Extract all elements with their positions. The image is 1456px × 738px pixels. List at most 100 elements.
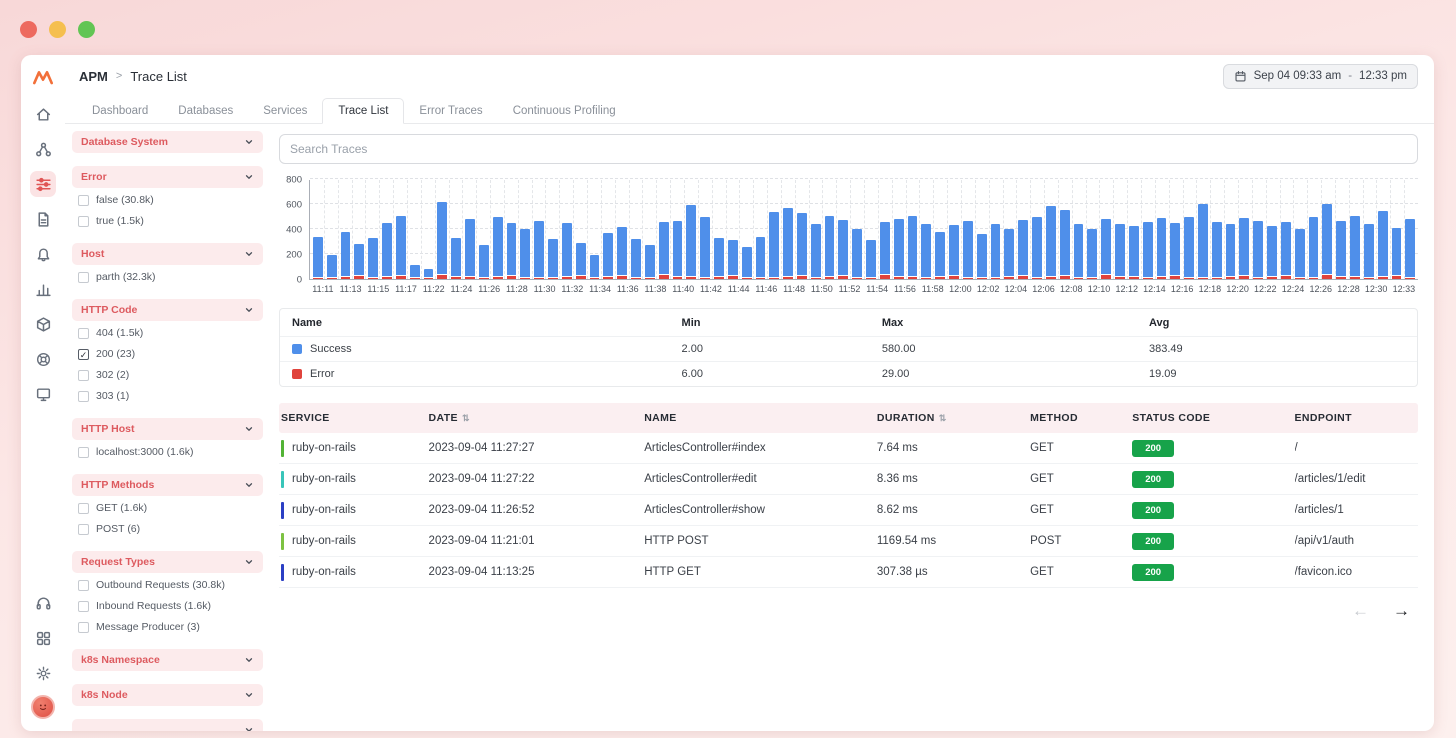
filter-checkbox[interactable] — [78, 327, 89, 339]
filter-checkbox[interactable] — [78, 369, 89, 381]
help-icon[interactable] — [30, 346, 56, 372]
monitor-icon[interactable] — [30, 381, 56, 407]
filter-option[interactable]: GET (1.6k) — [72, 499, 263, 517]
bar-group[interactable] — [395, 180, 406, 279]
settings-gear-icon[interactable] — [30, 660, 56, 686]
package-icon[interactable] — [30, 311, 56, 337]
table-row[interactable]: ruby-on-rails 2023-09-04 11:13:25 HTTP GET… — [279, 557, 1418, 588]
bar-group[interactable] — [783, 180, 793, 279]
filter-option[interactable]: 302 (2) — [72, 366, 263, 384]
table-row[interactable]: ruby-on-rails 2023-09-04 11:26:52 Articles… — [279, 495, 1418, 526]
filter-section-header[interactable]: HTTP Host — [72, 418, 263, 440]
support-headset-icon[interactable] — [30, 590, 56, 616]
filter-section-header[interactable]: k8s Node — [72, 684, 263, 706]
bar-group[interactable] — [714, 180, 724, 279]
bar-group[interactable] — [1142, 180, 1153, 279]
bar-group[interactable] — [437, 180, 448, 279]
column-header-date[interactable]: DATE ⇅ — [429, 412, 645, 424]
bar-group[interactable] — [644, 180, 655, 279]
filter-checkbox[interactable] — [78, 621, 89, 633]
organization-icon[interactable] — [30, 136, 56, 162]
bar-group[interactable] — [1045, 180, 1056, 279]
filter-section-header[interactable]: k8s Namespace — [72, 649, 263, 671]
bar-group[interactable] — [990, 180, 1001, 279]
column-header-status_code[interactable]: STATUS CODE — [1132, 412, 1294, 424]
filter-option[interactable]: parth (32.3k) — [72, 268, 263, 286]
bar-group[interactable] — [976, 180, 987, 279]
bar-group[interactable] — [907, 180, 918, 279]
user-avatar[interactable] — [31, 695, 55, 719]
bar-group[interactable] — [658, 180, 669, 279]
bar-group[interactable] — [672, 180, 683, 279]
bar-group[interactable] — [423, 180, 434, 279]
filter-checkbox[interactable] — [78, 194, 89, 206]
bar-group[interactable] — [1350, 180, 1360, 279]
column-header-name[interactable]: NAME — [644, 412, 877, 424]
filter-option[interactable]: ✓ 200 (23) — [72, 345, 263, 363]
bar-group[interactable] — [1004, 180, 1015, 279]
column-header-method[interactable]: METHOD — [1030, 412, 1132, 424]
bar-group[interactable] — [852, 180, 863, 279]
filter-option[interactable]: localhost:3000 (1.6k) — [72, 443, 263, 461]
table-row[interactable]: ruby-on-rails 2023-09-04 11:21:01 HTTP POS… — [279, 526, 1418, 557]
bar-group[interactable] — [1156, 180, 1167, 279]
bar-group[interactable] — [838, 180, 849, 279]
trace-list-icon[interactable] — [30, 171, 56, 197]
home-icon[interactable] — [30, 101, 56, 127]
bar-group[interactable] — [368, 180, 379, 279]
bar-group[interactable] — [1032, 180, 1042, 279]
filter-checkbox[interactable] — [78, 390, 89, 402]
bar-chart-icon[interactable] — [30, 276, 56, 302]
bar-group[interactable] — [548, 180, 558, 279]
bar-group[interactable] — [1253, 180, 1264, 279]
filter-section-header[interactable]: Database System — [72, 131, 263, 153]
bar-group[interactable] — [1322, 180, 1333, 279]
bar-group[interactable] — [1280, 180, 1291, 279]
tab-trace-list[interactable]: Trace List — [322, 98, 405, 124]
minimize-window-button[interactable] — [49, 21, 66, 38]
filter-section-header[interactable]: HTTP Code — [72, 299, 263, 321]
filter-section-header[interactable]: Error — [72, 166, 263, 188]
bar-group[interactable] — [949, 180, 959, 279]
notifications-icon[interactable] — [30, 241, 56, 267]
bar-group[interactable] — [741, 180, 752, 279]
filter-option[interactable]: 303 (1) — [72, 387, 263, 405]
filter-option[interactable]: Outbound Requests (30.8k) — [72, 576, 263, 594]
tab-error-traces[interactable]: Error Traces — [404, 99, 497, 123]
bar-group[interactable] — [796, 180, 807, 279]
filter-checkbox[interactable] — [78, 446, 89, 458]
bar-group[interactable] — [1198, 180, 1208, 279]
sort-icon[interactable]: ⇅ — [462, 413, 470, 424]
bar-group[interactable] — [492, 180, 503, 279]
bar-group[interactable] — [879, 180, 890, 279]
bar-group[interactable] — [520, 180, 531, 279]
filter-checkbox[interactable] — [78, 600, 89, 612]
bar-group[interactable] — [1294, 180, 1305, 279]
bar-group[interactable] — [617, 180, 628, 279]
apps-grid-icon[interactable] — [30, 625, 56, 651]
filter-section-header[interactable]: Request Types — [72, 551, 263, 573]
bar-group[interactable] — [506, 180, 517, 279]
bar-group[interactable] — [1073, 180, 1084, 279]
column-header-duration[interactable]: DURATION ⇅ — [877, 412, 1030, 424]
filter-option[interactable]: false (30.8k) — [72, 191, 263, 209]
bar-group[interactable] — [1018, 180, 1029, 279]
document-icon[interactable] — [30, 206, 56, 232]
filter-option[interactable]: 404 (1.5k) — [72, 324, 263, 342]
bar-group[interactable] — [561, 180, 572, 279]
bar-group[interactable] — [354, 180, 365, 279]
bar-group[interactable] — [575, 180, 586, 279]
bar-group[interactable] — [1128, 180, 1139, 279]
close-window-button[interactable] — [20, 21, 37, 38]
tab-continuous-profiling[interactable]: Continuous Profiling — [498, 99, 631, 123]
bar-group[interactable] — [1225, 180, 1236, 279]
bar-group[interactable] — [534, 180, 545, 279]
bar-group[interactable] — [824, 180, 835, 279]
filter-section-header[interactable] — [72, 719, 263, 731]
bar-group[interactable] — [451, 180, 462, 279]
bar-group[interactable] — [727, 180, 738, 279]
bar-group[interactable] — [1377, 180, 1388, 279]
bar-group[interactable] — [1405, 180, 1416, 279]
bar-group[interactable] — [686, 180, 697, 279]
bar-group[interactable] — [340, 180, 351, 279]
